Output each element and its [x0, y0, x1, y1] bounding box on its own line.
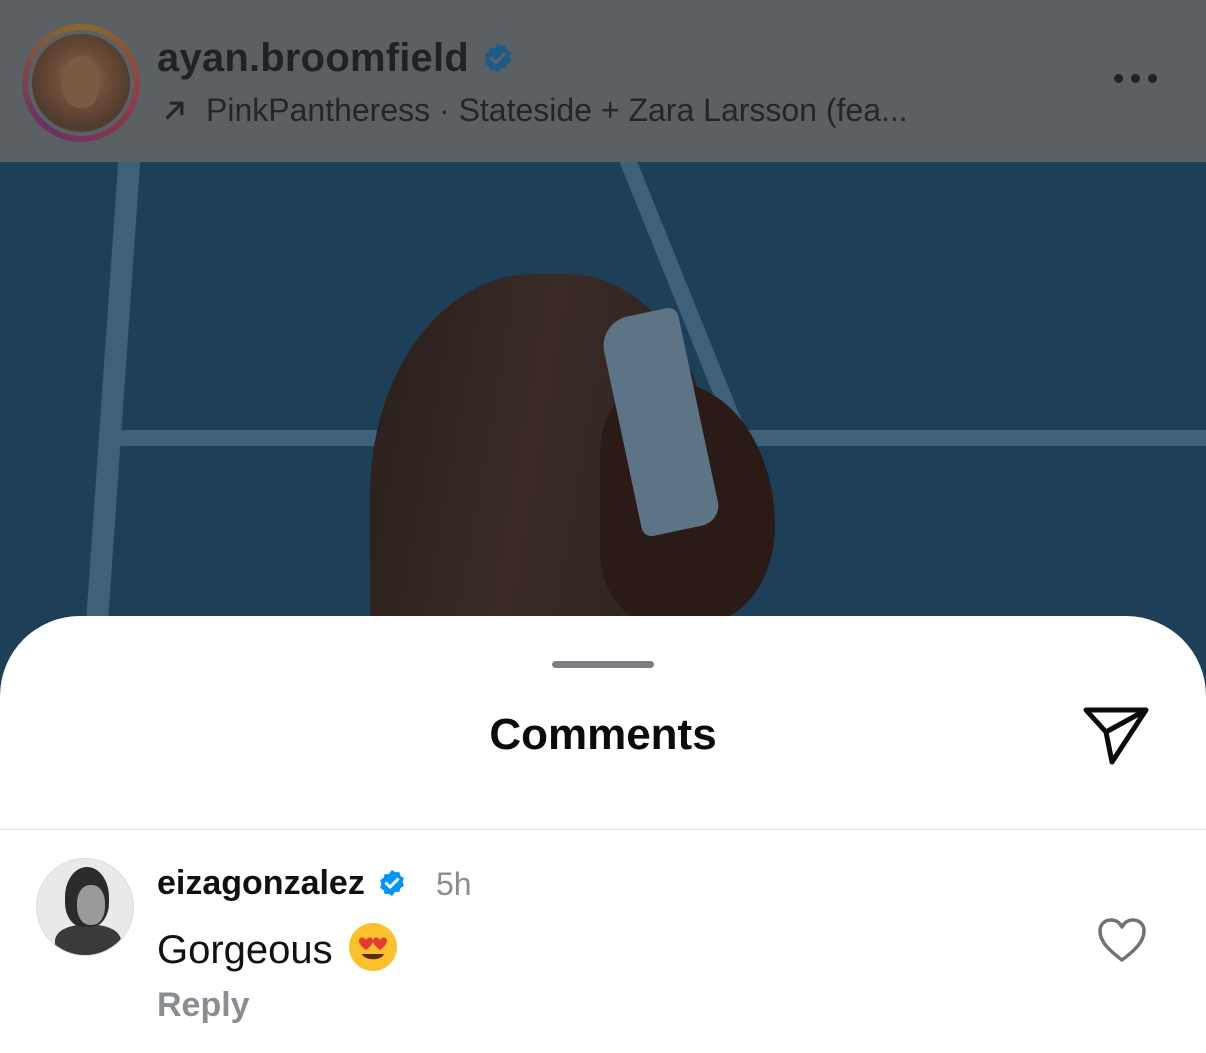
heart-outline-icon[interactable]	[1096, 916, 1148, 964]
comment-author-name[interactable]: eizagonzalez	[157, 864, 365, 902]
comment-timestamp: 5h	[436, 866, 472, 902]
divider	[0, 829, 1206, 830]
comment-body: Gorgeous	[157, 921, 399, 973]
more-options-icon[interactable]	[1114, 70, 1166, 90]
sheet-title: Comments	[489, 710, 717, 759]
arrow-up-right-icon	[165, 101, 184, 120]
post-music-label: PinkPantheress · Stateside + Zara Larsso…	[206, 92, 908, 128]
post-music-link[interactable]: PinkPantheress · Stateside + Zara Larsso…	[160, 92, 908, 129]
post-media[interactable]	[0, 162, 1206, 682]
comment-text: Gorgeous	[157, 928, 333, 972]
post-header: ayan.broomfield PinkPantheress · Statesi…	[0, 0, 1206, 162]
comments-sheet: Comments eizagonzalez 5h Gorgeous Reply	[0, 616, 1206, 1053]
post-author-name[interactable]: ayan.broomfield	[157, 36, 469, 80]
comment-author-username[interactable]: eizagonzalez	[157, 864, 407, 903]
verified-badge-icon	[484, 43, 512, 73]
post-author-avatar[interactable]	[22, 24, 140, 142]
verified-badge-icon	[379, 869, 404, 897]
reply-button[interactable]: Reply	[157, 986, 250, 1025]
post-author-username[interactable]: ayan.broomfield	[157, 36, 515, 81]
comment-author-avatar[interactable]	[36, 858, 134, 956]
send-icon[interactable]	[1080, 702, 1152, 768]
heart-eyes-emoji-icon	[348, 923, 397, 971]
sheet-grabber[interactable]	[552, 661, 654, 668]
